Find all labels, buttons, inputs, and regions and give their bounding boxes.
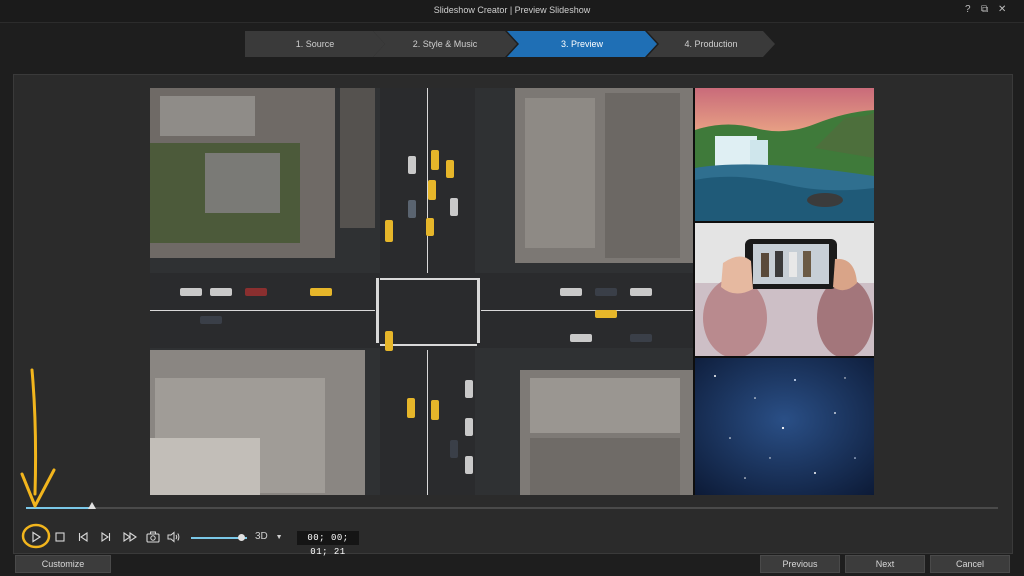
- volume-button[interactable]: [166, 529, 182, 545]
- snapshot-icon: [146, 531, 160, 543]
- stop-button[interactable]: [52, 529, 68, 545]
- city-aerial-image: [150, 88, 693, 495]
- play-icon: [32, 531, 42, 543]
- wizard-steps: 1. Source 2. Style & Music 3. Preview 4.…: [245, 31, 775, 57]
- snapshot-button[interactable]: [145, 529, 161, 545]
- 3d-mode-label: 3D: [255, 531, 268, 542]
- restore-icon[interactable]: ⧉: [981, 4, 988, 15]
- cancel-button[interactable]: Cancel: [930, 555, 1010, 573]
- previous-frame-icon: [78, 531, 88, 543]
- fast-forward-button[interactable]: [122, 529, 138, 545]
- next-frame-icon: [101, 531, 111, 543]
- window-title: Slideshow Creator | Preview Slideshow: [433, 5, 591, 15]
- starry-sky-image: [695, 358, 874, 495]
- 3d-mode-dropdown[interactable]: 3D ▼: [255, 531, 283, 542]
- step-source[interactable]: 1. Source: [245, 31, 385, 57]
- next-frame-button[interactable]: [98, 529, 114, 545]
- play-button[interactable]: [28, 529, 44, 545]
- timecode-display: 00; 00; 01; 21: [297, 531, 359, 557]
- waterfall-illustration: [695, 88, 874, 221]
- customize-button[interactable]: Customize: [15, 555, 111, 573]
- volume-icon: [167, 531, 180, 543]
- previous-frame-button[interactable]: [75, 529, 91, 545]
- waterfall-image: [695, 88, 874, 221]
- dropdown-caret-icon: ▼: [275, 534, 283, 541]
- timeline-thumb[interactable]: [88, 502, 97, 509]
- timeline-progress: [26, 507, 93, 509]
- step-style-music[interactable]: 2. Style & Music: [373, 31, 517, 57]
- phone-photo-illustration: [695, 223, 874, 356]
- help-icon[interactable]: ?: [965, 4, 971, 15]
- title-bar: Slideshow Creator | Preview Slideshow ? …: [0, 0, 1024, 23]
- next-button[interactable]: Next: [845, 555, 925, 573]
- step-production[interactable]: 4. Production: [647, 31, 775, 57]
- preview-canvas: [150, 88, 874, 495]
- stop-icon: [55, 532, 65, 542]
- timeline-scrubber[interactable]: [26, 502, 998, 509]
- fast-forward-icon: [123, 531, 137, 543]
- phone-photo-image: [695, 223, 874, 356]
- starry-sky-illustration: [695, 358, 874, 495]
- close-icon[interactable]: ✕: [998, 4, 1006, 15]
- previous-button[interactable]: Previous: [760, 555, 840, 573]
- step-preview[interactable]: 3. Preview: [507, 31, 657, 57]
